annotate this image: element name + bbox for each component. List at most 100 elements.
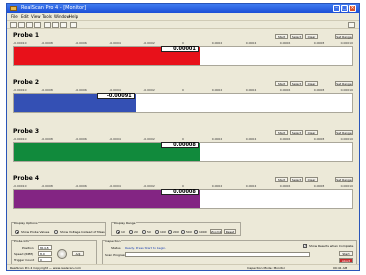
- undo-icon[interactable]: [70, 22, 77, 28]
- open-icon[interactable]: [18, 22, 25, 28]
- scale-tick: 0: [182, 88, 184, 92]
- title-bar: RealScan Pro 4 - [Monitor] – □ ×: [7, 4, 359, 13]
- scale-tick: 0.0008: [313, 88, 325, 92]
- probe-info-group: Probe Info Position 814.8 Speed (RPM) 8.…: [11, 239, 97, 265]
- maximize-button[interactable]: □: [341, 5, 348, 12]
- scale-tick: -0.0008: [41, 88, 53, 92]
- range-radio-50x[interactable]: [181, 230, 185, 234]
- scale-tick: 0: [182, 41, 184, 45]
- range-radio-1x[interactable]: [116, 230, 120, 234]
- scale-tick: -0.0002: [143, 88, 155, 92]
- show-probe-values-radio[interactable]: [15, 230, 19, 234]
- position-label: Position: [22, 246, 34, 250]
- scale-tick: 0.0006: [279, 88, 291, 92]
- probe-4-select-button[interactable]: Select: [290, 177, 303, 182]
- scan-progress-label: Scan Progress: [105, 253, 127, 257]
- minimize-button[interactable]: –: [333, 5, 340, 12]
- menu-file[interactable]: File: [11, 13, 18, 20]
- scale-tick: -0.0002: [143, 137, 155, 141]
- range-label: 100X: [199, 230, 207, 234]
- paste-icon[interactable]: [60, 22, 67, 28]
- scale-tick: -0.0008: [41, 137, 53, 141]
- probe-4-label: Probe 4: [13, 175, 40, 182]
- cut-icon[interactable]: [44, 22, 51, 28]
- status-label: Status: [111, 246, 121, 250]
- range-radio-100x[interactable]: [194, 230, 198, 234]
- display-options-group: Display Options Show Probe Values Show V…: [11, 221, 106, 236]
- probe-4-meter: 0.00008: [13, 189, 353, 209]
- scale-tick: 0.0004: [245, 137, 257, 141]
- show-voltage-radio[interactable]: [54, 230, 58, 234]
- close-button[interactable]: ×: [349, 5, 356, 12]
- save-icon[interactable]: [26, 22, 33, 28]
- inspection-group: Inspection Status Ready. Press Start to …: [102, 239, 357, 265]
- range-radio-2x[interactable]: [129, 230, 133, 234]
- position-field[interactable]: 814.8: [38, 245, 52, 250]
- probe-1-set-range-button[interactable]: Set Range: [335, 34, 353, 39]
- scale-tick: 0: [182, 137, 184, 141]
- probe-4-set-range-button[interactable]: Set Range: [335, 177, 353, 182]
- probe-2-clear-button[interactable]: Clear: [305, 81, 318, 86]
- probe-2-select-button[interactable]: Select: [290, 81, 303, 86]
- probe-2-value: -0.00091: [96, 93, 135, 99]
- scale-tick: -0.0004: [109, 88, 121, 92]
- menu-tools[interactable]: Tools: [42, 13, 52, 20]
- scale-tick: 0.0004: [245, 88, 257, 92]
- probe-3-meter: 0.00008: [13, 142, 353, 162]
- probe-1-select-button[interactable]: Select: [290, 34, 303, 39]
- scan-progress-bar: [125, 252, 310, 257]
- scale-tick: 0.0004: [245, 41, 257, 45]
- show-results-checkbox[interactable]: [303, 244, 307, 248]
- probe-3-clear-button[interactable]: Clear: [305, 130, 318, 135]
- inspection-start-button[interactable]: Start: [339, 251, 353, 256]
- display-range-title: Display Range: [114, 221, 136, 225]
- probe-1-clear-button[interactable]: Clear: [305, 34, 318, 39]
- app-icon: [10, 6, 17, 11]
- range-label: 20X: [173, 230, 179, 234]
- menu-window[interactable]: Window: [54, 13, 70, 20]
- probe-3-select-button[interactable]: Select: [290, 130, 303, 135]
- menu-view[interactable]: View: [31, 13, 41, 20]
- print-icon[interactable]: [34, 22, 41, 28]
- probe-4-clear-button[interactable]: Clear: [305, 177, 318, 182]
- zoom-button[interactable]: Zoom1: [210, 229, 222, 234]
- position-knob[interactable]: [57, 249, 67, 259]
- new-icon[interactable]: [10, 22, 17, 28]
- reset-button[interactable]: Reset: [224, 229, 236, 234]
- scale-tick: -0.00010: [13, 137, 27, 141]
- range-radio-20x[interactable]: [168, 230, 172, 234]
- probe-info-title: Probe Info: [14, 239, 30, 243]
- scale-tick: 0.00010: [340, 41, 353, 45]
- scale-tick: 0.00010: [340, 137, 353, 141]
- probe-1-start-button[interactable]: Start: [275, 34, 288, 39]
- status-bar: RealScan Pro 4 Copyright — www.realscan.…: [7, 264, 359, 270]
- probe-4-start-button[interactable]: Start: [275, 177, 288, 182]
- menu-help[interactable]: Help: [69, 13, 78, 20]
- range-radio-5x[interactable]: [142, 230, 146, 234]
- scale-tick: 0.0006: [279, 137, 291, 141]
- app-window: RealScan Pro 4 - [Monitor] – □ × File Ed…: [6, 3, 360, 271]
- range-label: 1X: [121, 230, 125, 234]
- scale-tick: 0.0002: [211, 184, 223, 188]
- abort-button[interactable]: Abort: [339, 258, 353, 263]
- probe-3-start-button[interactable]: Start: [275, 130, 288, 135]
- probe-2-set-range-button[interactable]: Set Range: [335, 81, 353, 86]
- trigger-count-field[interactable]: 0: [38, 257, 52, 262]
- scale-tick: 0.0002: [211, 41, 223, 45]
- probe-2-start-button[interactable]: Start: [275, 81, 288, 86]
- trigger-count-label: Trigger Count: [14, 258, 35, 262]
- inspection-title: Inspection: [105, 239, 121, 243]
- menu-bar: File Edit View Tools Window Help: [7, 13, 359, 20]
- toolbar: [7, 20, 359, 29]
- window-title: RealScan Pro 4 - [Monitor]: [21, 5, 87, 11]
- scale-tick: -0.00010: [13, 184, 27, 188]
- probe-3-set-range-button[interactable]: Set Range: [335, 130, 353, 135]
- menu-edit[interactable]: Edit: [21, 13, 29, 20]
- scale-tick: -0.0006: [75, 88, 87, 92]
- speed-field[interactable]: 8.0: [38, 251, 52, 256]
- copy-icon[interactable]: [52, 22, 59, 28]
- range-radio-10x[interactable]: [155, 230, 159, 234]
- chart-icon[interactable]: [348, 22, 355, 28]
- scale-tick: -0.00010: [13, 41, 27, 45]
- adjust-button[interactable]: Adj: [72, 251, 84, 256]
